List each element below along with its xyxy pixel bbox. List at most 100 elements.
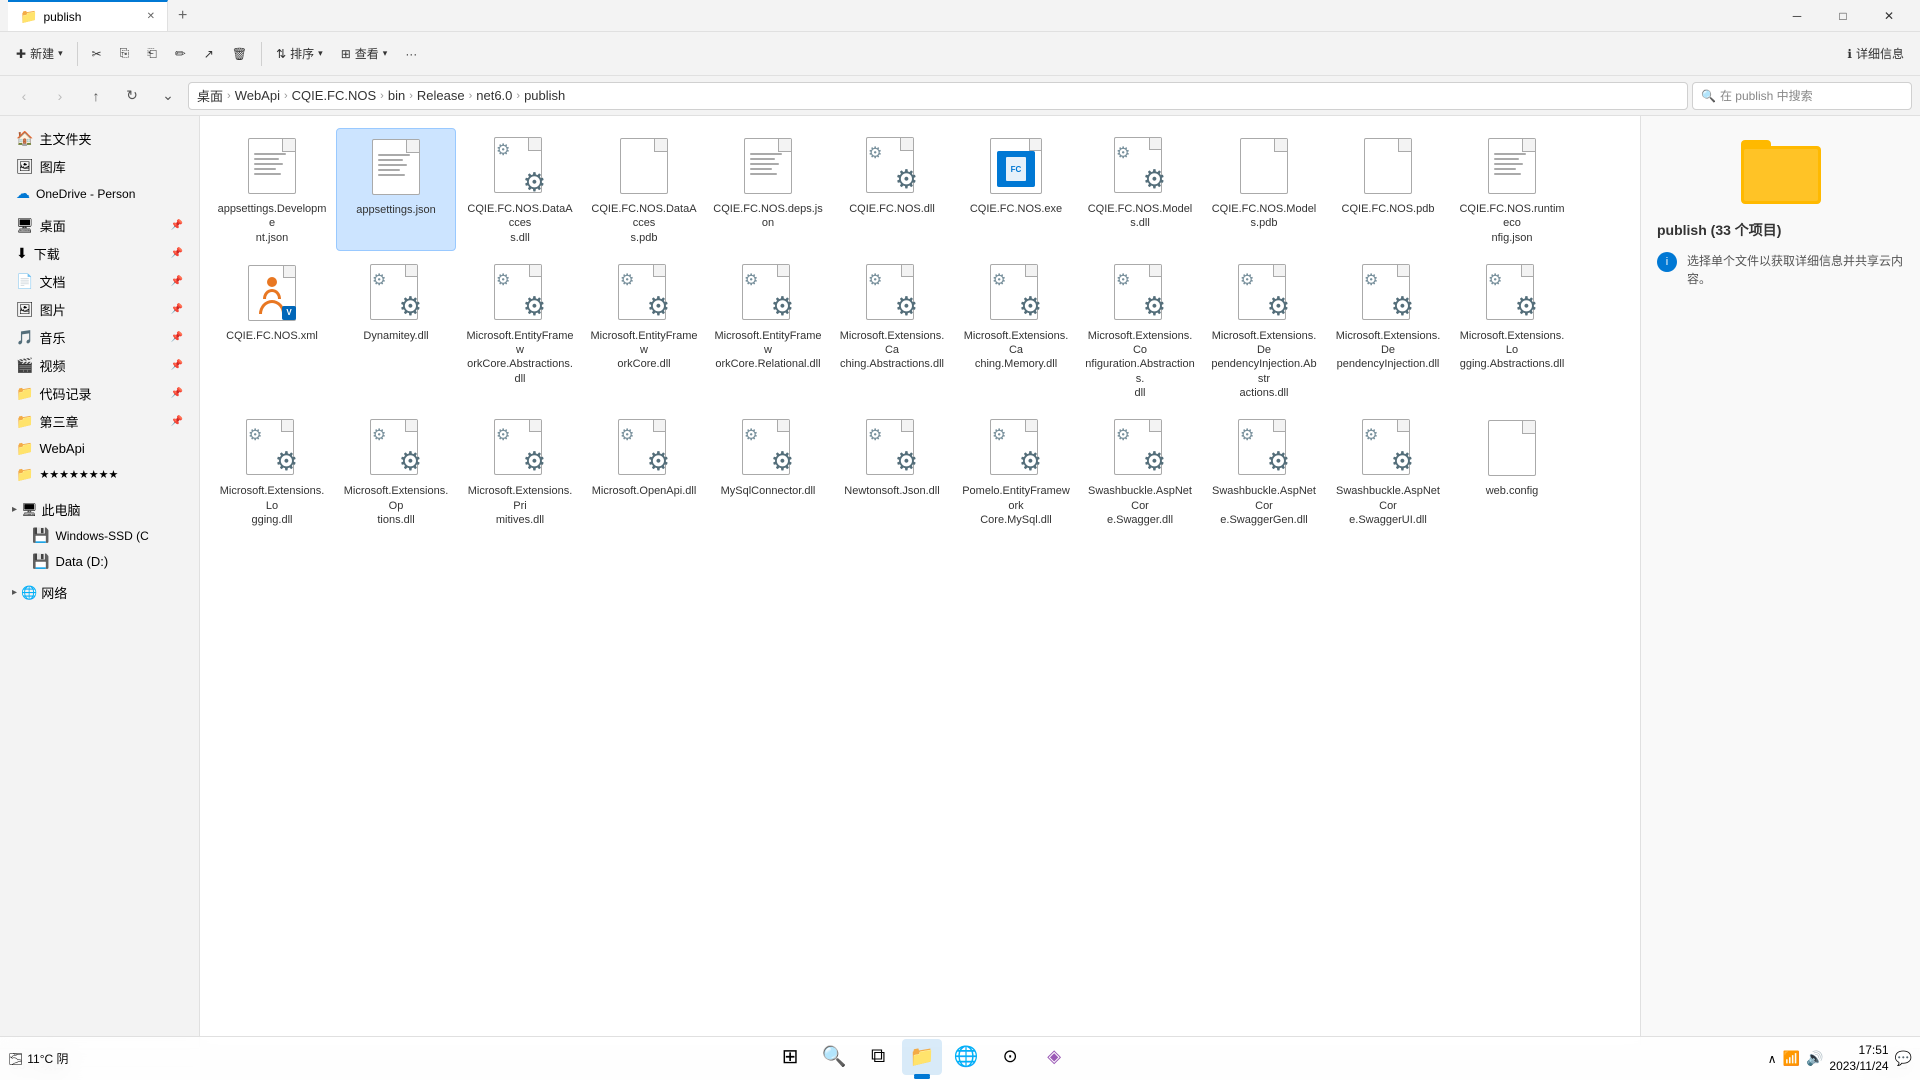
file-item[interactable]: CQIE.FC.NOS.deps.json (708, 128, 828, 251)
file-item[interactable]: ⚙ ⚙ CQIE.FC.NOS.dll (832, 128, 952, 251)
sidebar-item-home[interactable]: 🏠 主文件夹 (4, 125, 195, 152)
sidebar-item-thispc[interactable]: ▸ 🖥 此电脑 (4, 497, 195, 522)
file-item[interactable]: ⚙ ⚙ Swashbuckle.AspNetCore.SwaggerUI.dll (1328, 410, 1448, 533)
weather-widget[interactable]: 🌫 11°C 阴 (8, 1050, 69, 1067)
sidebar-item-webapi[interactable]: 📁 WebApi (4, 436, 195, 461)
bc-release[interactable]: Release (417, 88, 465, 103)
file-item[interactable]: ⚙ ⚙ Microsoft.Extensions.Configuration.A… (1080, 255, 1200, 406)
sidebar-item-desktop[interactable]: 🖥 桌面 📌 (4, 212, 195, 239)
file-explorer-taskbar-button[interactable]: 📁 (902, 1039, 942, 1075)
bc-cqie[interactable]: CQIE.FC.NOS (292, 88, 377, 103)
new-button[interactable]: ✚ 新建 ▾ (8, 41, 71, 66)
file-item[interactable]: ⚙ ⚙ Microsoft.Extensions.Options.dll (336, 410, 456, 533)
file-item[interactable]: ⚙ ⚙ MySqlConnector.dll (708, 410, 828, 533)
volume-icon[interactable]: 🔊 (1806, 1050, 1823, 1067)
bc-publish[interactable]: publish (524, 88, 565, 103)
delete-button[interactable]: 🗑 (224, 43, 255, 65)
file-item[interactable]: ⚙ ⚙ Pomelo.EntityFrameworkCore.MySql.dll (956, 410, 1076, 533)
back-button[interactable]: ‹ (8, 82, 40, 110)
sidebar-item-gallery[interactable]: 🖼 图库 (4, 153, 195, 180)
file-item[interactable]: ⚙ ⚙ Microsoft.Extensions.DependencyInjec… (1328, 255, 1448, 406)
rename-button[interactable]: ✏ (167, 42, 194, 66)
network-sys-icon[interactable]: 📶 (1783, 1050, 1800, 1067)
edge-taskbar-button[interactable]: 🌐 (946, 1039, 986, 1075)
file-item[interactable]: CQIE.FC.NOS.runtimeconfig.json (1452, 128, 1572, 251)
detail-info-toggle[interactable]: ℹ 详细信息 (1839, 41, 1912, 66)
sidebar-item-starred[interactable]: 📁 ★★★★★★★★ (4, 462, 195, 487)
sidebar-item-docs[interactable]: 📄 文档 📌 (4, 268, 195, 295)
file-item[interactable]: ⚙ ⚙ Dynamitey.dll (336, 255, 456, 406)
file-item[interactable]: ⚙ ⚙ Microsoft.EntityFrameworkCore.Relati… (708, 255, 828, 406)
sidebar-item-music[interactable]: 🎵 音乐 📌 (4, 324, 195, 351)
sidebar-item-chapter3[interactable]: 📁 第三章 📌 (4, 408, 195, 435)
file-item[interactable]: ⚙ ⚙ Microsoft.Extensions.Logging.Abstrac… (1452, 255, 1572, 406)
sidebar-item-pictures[interactable]: 🖼 图片 📌 (4, 296, 195, 323)
file-item[interactable]: ⚙ ⚙ Microsoft.OpenApi.dll (584, 410, 704, 533)
breadcrumb[interactable]: 桌面 › WebApi › CQIE.FC.NOS › bin › Releas… (188, 82, 1688, 110)
paste-button[interactable]: ⎗ (139, 42, 165, 65)
view-button[interactable]: ⊞ 查看 ▾ (333, 41, 396, 66)
file-item[interactable]: ⚙ ⚙ Microsoft.Extensions.Primitives.dll (460, 410, 580, 533)
file-item[interactable]: ⚙ ⚙ Swashbuckle.AspNetCore.SwaggerGen.dl… (1204, 410, 1324, 533)
file-item[interactable]: ⚙ ⚙ CQIE.FC.NOS.Models.dll (1080, 128, 1200, 251)
bc-bin[interactable]: bin (388, 88, 405, 103)
up-button[interactable]: ↑ (80, 82, 112, 110)
sidebar-item-windows-ssd[interactable]: 💾 Windows-SSD (C (4, 523, 195, 548)
file-item[interactable]: ⚙ ⚙ Microsoft.Extensions.DependencyInjec… (1204, 255, 1324, 406)
chrome-taskbar-button[interactable]: ⊙ (990, 1039, 1030, 1075)
sidebar-item-network[interactable]: ▸ 🌐 网络 (4, 580, 195, 605)
sidebar-label-chapter3: 第三章 (39, 412, 78, 431)
new-tab-button[interactable]: + (168, 7, 197, 25)
minimize-button[interactable]: ─ (1774, 0, 1820, 32)
tab-close-button[interactable]: ✕ (147, 11, 155, 22)
sort-button[interactable]: ⇅ 排序 ▾ (268, 41, 331, 66)
clock-widget[interactable]: 17:51 2023/11/24 (1829, 1043, 1888, 1074)
bc-desktop[interactable]: 桌面 (197, 86, 223, 105)
file-item[interactable]: ⚙ ⚙ Microsoft.Extensions.Caching.Memory.… (956, 255, 1076, 406)
forward-button[interactable]: › (44, 82, 76, 110)
bc-sep-2: › (284, 90, 288, 102)
notification-icon[interactable]: 💬 (1895, 1050, 1912, 1067)
data-icon: 💾 (32, 553, 49, 570)
file-item[interactable]: ⚙ ⚙ Swashbuckle.AspNetCore.Swagger.dll (1080, 410, 1200, 533)
share-button[interactable]: ↗ (196, 43, 222, 65)
sidebar-item-videos[interactable]: 🎬 视频 📌 (4, 352, 195, 379)
start-button[interactable]: ⊞ (770, 1039, 810, 1075)
sidebar-item-code[interactable]: 📁 代码记录 📌 (4, 380, 195, 407)
file-item[interactable]: V CQIE.FC.NOS.xml (212, 255, 332, 406)
restore-button[interactable]: □ (1820, 0, 1866, 32)
path-selector-button[interactable]: ⌄ (152, 82, 184, 110)
file-item[interactable]: ⚙ ⚙ Newtonsoft.Json.dll (832, 410, 952, 533)
vs-taskbar-button[interactable]: ◈ (1034, 1039, 1074, 1075)
refresh-button[interactable]: ↻ (116, 82, 148, 110)
sys-chevron-icon[interactable]: ∧ (1768, 1052, 1777, 1066)
copy-button[interactable]: ⎘ (112, 42, 138, 65)
cut-button[interactable]: ✂ (84, 43, 110, 65)
search-box[interactable]: 🔍 在 publish 中搜索 (1692, 82, 1912, 110)
file-item[interactable]: CQIE.FC.NOS.Models.pdb (1204, 128, 1324, 251)
file-item[interactable]: appsettings.json (336, 128, 456, 251)
bc-net6[interactable]: net6.0 (476, 88, 512, 103)
sidebar-item-downloads[interactable]: ⬇ 下载 📌 (4, 240, 195, 267)
file-item[interactable]: ⚙ ⚙ Microsoft.EntityFrameworkCore.dll (584, 255, 704, 406)
search-taskbar-button[interactable]: 🔍 (814, 1039, 854, 1075)
file-item[interactable]: CQIE.FC.NOS.pdb (1328, 128, 1448, 251)
more-button[interactable]: ··· (397, 43, 425, 65)
file-name: CQIE.FC.NOS.exe (970, 202, 1062, 216)
file-item[interactable]: FC CQIE.FC.NOS.exe (956, 128, 1076, 251)
bc-webapi[interactable]: WebApi (235, 88, 280, 103)
file-item[interactable]: web.config (1452, 410, 1572, 533)
task-view-button[interactable]: ⧉ (858, 1039, 898, 1075)
active-tab[interactable]: 📁 publish ✕ (8, 0, 168, 31)
tab-title: publish (43, 10, 81, 24)
file-item[interactable]: CQIE.FC.NOS.DataAccess.pdb (584, 128, 704, 251)
file-item[interactable]: appsettings.Development.json (212, 128, 332, 251)
file-item[interactable]: ⚙ ⚙ Microsoft.Extensions.Logging.dll (212, 410, 332, 533)
file-item[interactable]: ⚙ ⚙ CQIE.FC.NOS.DataAccess.dll (460, 128, 580, 251)
file-item[interactable]: ⚙ ⚙ Microsoft.Extensions.Caching.Abstrac… (832, 255, 952, 406)
sidebar-item-data[interactable]: 💾 Data (D:) (4, 549, 195, 574)
sidebar: 🏠 主文件夹 🖼 图库 ☁ OneDrive - Person 🖥 桌面 📌 ⬇… (0, 116, 200, 1048)
file-item[interactable]: ⚙ ⚙ Microsoft.EntityFrameworkCore.Abstra… (460, 255, 580, 406)
sidebar-item-onedrive[interactable]: ☁ OneDrive - Person (4, 181, 195, 206)
close-button[interactable]: ✕ (1866, 0, 1912, 32)
